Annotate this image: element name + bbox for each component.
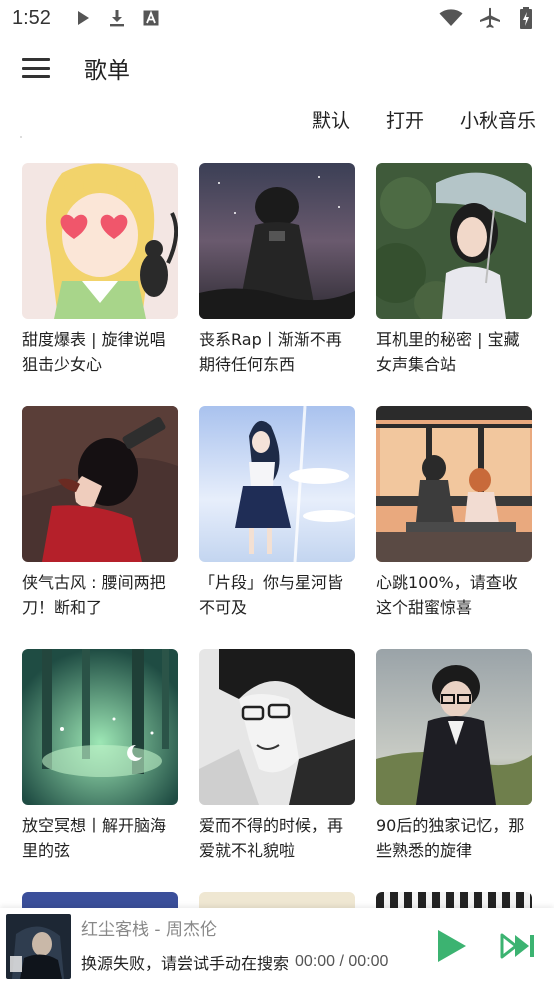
playlist-title: 心跳100%，请查收这个甜蜜惊喜 — [376, 573, 518, 617]
skip-next-icon — [500, 933, 534, 959]
player-info: 红尘客栈 - 周杰伦 换源失败，请尝试手动在搜索 00:00 / 00:00 — [81, 918, 416, 974]
playlist-title: 侠气古风 : 腰间两把刀！断和了 — [22, 573, 166, 617]
playlist-cover-image — [22, 649, 178, 805]
playlist-card[interactable]: 爱而不得的时候，再爱就不礼貌啦 — [199, 649, 355, 892]
playlist-cover-image — [376, 406, 532, 562]
playlist-card[interactable]: 放空冥想丨解开脑海里的弦 — [22, 649, 178, 892]
playlist-title: 「片段」你与星河皆不可及 — [199, 573, 344, 617]
playlist-title: 放空冥想丨解开脑海里的弦 — [22, 816, 167, 860]
playlist-card[interactable]: 丧系Rap丨渐渐不再期待任何东西 — [199, 163, 355, 406]
album-art[interactable] — [6, 913, 71, 979]
a-box-icon — [141, 8, 161, 28]
download-icon — [107, 8, 127, 28]
filter-source[interactable]: 小秋音乐 — [460, 106, 536, 133]
playlist-card[interactable]: 耳机里的秘密 | 宝藏女声集合站 — [376, 163, 532, 406]
play-icon — [438, 930, 466, 962]
playlist-cover-image — [376, 649, 532, 805]
playlist-title: 90后的独家记忆，那些熟悉的旋律 — [376, 816, 525, 860]
playlist-card[interactable]: 90后的独家记忆，那些熟悉的旋律 — [376, 649, 532, 892]
menu-icon[interactable] — [22, 56, 50, 80]
battery-charging-icon — [516, 7, 536, 29]
app-bar: 歌单 — [0, 40, 554, 96]
playlist-title: 耳机里的秘密 | 宝藏女声集合站 — [376, 330, 520, 374]
playlist-cover-image — [199, 163, 355, 319]
playlist-card[interactable]: 「片段」你与星河皆不可及 — [199, 406, 355, 649]
playlist-cover-image — [199, 649, 355, 805]
next-track-button[interactable] — [500, 928, 536, 964]
playlist-card[interactable]: 侠气古风 : 腰间两把刀！断和了 — [22, 406, 178, 649]
filter-default[interactable]: 默认 — [312, 106, 350, 133]
playlist-cover-image — [22, 406, 178, 562]
status-time: 1:52 — [12, 6, 51, 29]
player-time: 00:00 / 00:00 — [295, 953, 389, 970]
playlist-card[interactable]: 心跳100%，请查收这个甜蜜惊喜 — [376, 406, 532, 649]
playlist-title: 爱而不得的时候，再爱就不礼貌啦 — [199, 816, 344, 860]
playlist-title: 甜度爆表 | 旋律说唱狙击少女心 — [22, 330, 166, 374]
page-title: 歌单 — [84, 58, 130, 84]
wifi-icon — [438, 8, 464, 28]
playlist-cover-image — [22, 163, 178, 319]
player-controls — [434, 928, 536, 964]
playlist-title: 丧系Rap丨渐渐不再期待任何东西 — [199, 330, 342, 374]
player-status-message: 换源失败，请尝试手动在搜索 — [81, 954, 290, 973]
playlist-cover-image — [199, 406, 355, 562]
play-icon — [73, 8, 93, 28]
playlist-card[interactable]: 甜度爆表 | 旋律说唱狙击少女心 — [22, 163, 178, 406]
filter-row: 默认 打开 小秋音乐 — [312, 106, 536, 133]
now-playing-title: 红尘客栈 - 周杰伦 — [81, 920, 217, 940]
play-button[interactable] — [434, 928, 470, 964]
playlist-cover-image — [376, 163, 532, 319]
status-bar: 1:52 — [0, 0, 554, 36]
filter-open[interactable]: 打开 — [386, 106, 424, 133]
divider-dot — [20, 136, 22, 138]
airplane-icon — [478, 7, 502, 29]
mini-player[interactable]: 红尘客栈 - 周杰伦 换源失败，请尝试手动在搜索 00:00 / 00:00 — [0, 908, 554, 984]
playlist-grid: 甜度爆表 | 旋律说唱狙击少女心 丧系Rap丨渐渐不再期待任何东西 耳机里的秘密… — [22, 163, 534, 892]
